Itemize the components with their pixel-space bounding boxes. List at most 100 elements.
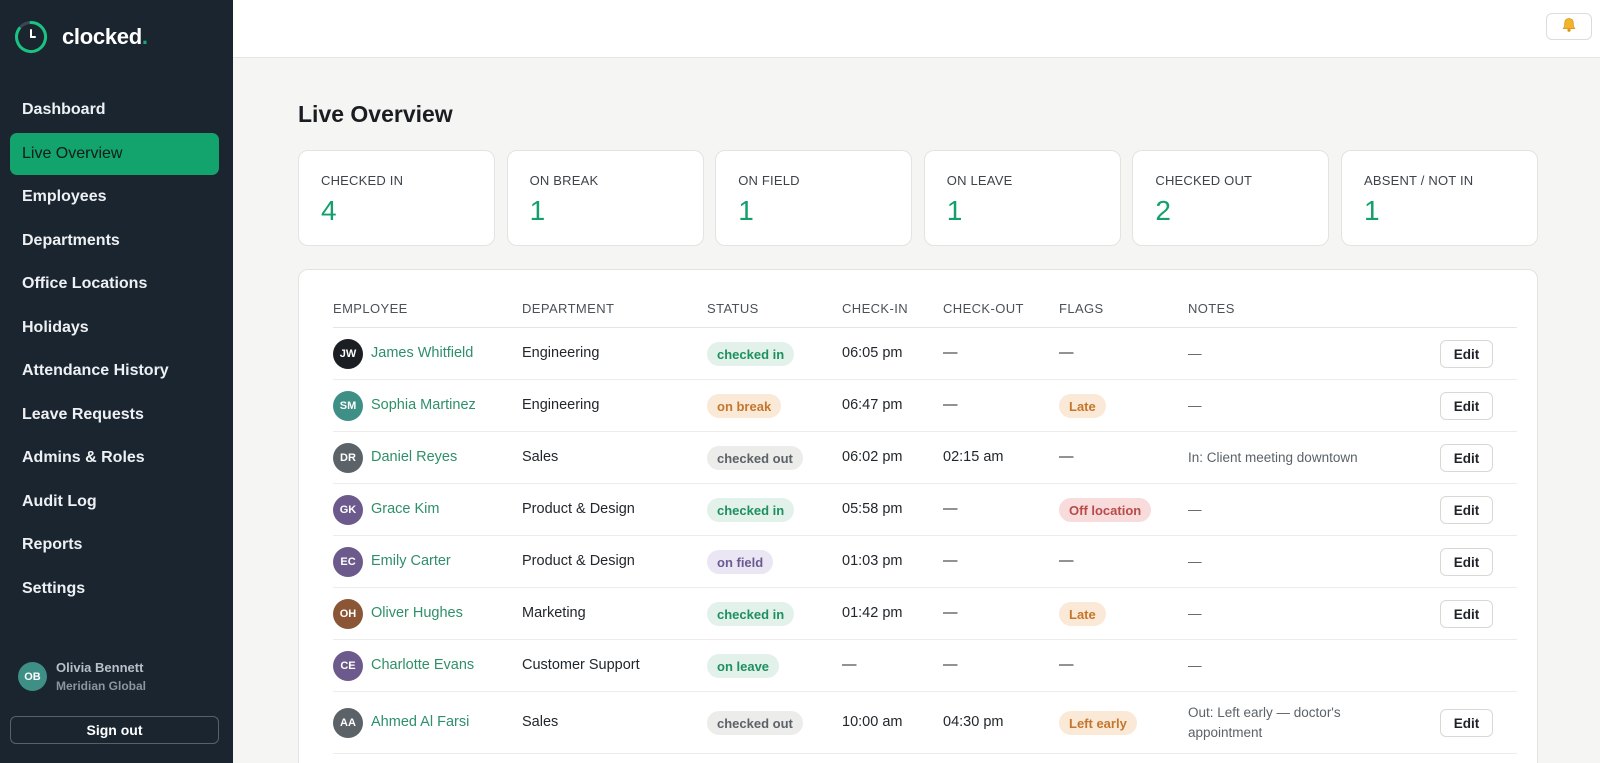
stat-value: 1 (946, 195, 963, 226)
edit-button[interactable]: Edit (1440, 709, 1493, 737)
employee-name-link[interactable]: Emily Carter (371, 553, 451, 569)
status-badge: checked in (707, 342, 795, 366)
stat-value: 1 (1363, 195, 1380, 226)
edit-button[interactable]: Edit (1440, 548, 1493, 576)
sidebar-item-settings[interactable]: Settings (10, 568, 219, 610)
employee-name-link[interactable]: Ahmed Al Farsi (371, 714, 469, 730)
flag-badge: Late (1059, 394, 1106, 418)
check-in-cell: 06:05 pm (842, 345, 903, 361)
notes-cell: — (1188, 398, 1202, 413)
stat-value: 2 (1155, 195, 1171, 226)
sidebar-item-live-overview[interactable]: Live Overview (10, 132, 219, 175)
employee-name-link[interactable]: Oliver Hughes (371, 605, 463, 621)
notes-cell: — (1188, 606, 1202, 621)
avatar: OB (18, 662, 47, 691)
employee-name-link[interactable]: Daniel Reyes (371, 449, 457, 465)
status-badge: checked out (707, 711, 803, 735)
avatar: OH (333, 599, 363, 629)
stat-card-on-field: ON FIELD 1 (715, 150, 913, 246)
notes-cell: — (1188, 346, 1202, 361)
table-row: EC Emily Carter Product & Design on field 01… (333, 536, 1517, 588)
flag-cell: — (1059, 449, 1074, 465)
check-out-cell: — (943, 605, 958, 621)
app-logo[interactable]: clocked. (14, 20, 148, 54)
table-row: DR Daniel Reyes Sales checked out 06:02 pm 02… (333, 432, 1517, 484)
employee-name-link[interactable]: James Whitfield (371, 345, 473, 361)
notes-cell: — (1188, 658, 1202, 673)
stat-label: ABSENT / NOT IN (1363, 173, 1474, 188)
avatar: AA (333, 708, 363, 738)
sidebar-item-label: Dashboard (22, 101, 106, 118)
check-in-cell: 06:47 pm (842, 397, 903, 413)
stat-label: ON FIELD (738, 173, 800, 188)
status-badge: on field (707, 550, 774, 574)
flag-badge: Off location (1059, 498, 1152, 522)
column-header-flags: FLAGS (1059, 301, 1104, 316)
employee-name-link[interactable]: Charlotte Evans (371, 657, 474, 673)
check-out-cell: — (943, 553, 958, 569)
bell-icon (1561, 17, 1577, 36)
check-in-cell: 01:03 pm (842, 553, 903, 569)
avatar: GK (333, 495, 363, 525)
notes-cell: — (1188, 502, 1202, 517)
flag-cell: — (1059, 345, 1074, 361)
sidebar-item-holidays[interactable]: Holidays (10, 307, 219, 349)
user-name: Olivia Bennett (56, 660, 144, 675)
sidebar-item-office-locations[interactable]: Office Locations (10, 263, 219, 305)
sidebar-item-label: Reports (22, 536, 83, 553)
sidebar-item-leave-requests[interactable]: Leave Requests (10, 394, 219, 436)
sidebar-item-employees[interactable]: Employees (10, 176, 219, 218)
edit-button[interactable]: Edit (1440, 444, 1493, 472)
check-out-cell: — (943, 501, 958, 517)
edit-button[interactable]: Edit (1440, 600, 1493, 628)
table-row: AA Ahmed Al Farsi Sales checked out 10:00 am… (333, 692, 1517, 754)
table-row: SM Sophia Martinez Engineering on break 06:4… (333, 380, 1517, 432)
flag-cell: — (1059, 553, 1074, 569)
column-header-status: STATUS (707, 301, 759, 316)
sidebar-item-label: Admins & Roles (22, 449, 145, 466)
sidebar-item-label: Live Overview (22, 144, 123, 162)
table-header: EMPLOYEE DEPARTMENT STATUS CHECK-IN CHEC… (333, 270, 1517, 328)
sidebar-item-audit-log[interactable]: Audit Log (10, 481, 219, 523)
edit-button[interactable]: Edit (1440, 496, 1493, 524)
department-cell: Product & Design (522, 501, 635, 517)
status-badge: on break (707, 394, 782, 418)
sidebar-item-departments[interactable]: Departments (10, 220, 219, 262)
table-row: OH Oliver Hughes Marketing checked in 01:42 … (333, 588, 1517, 640)
sidebar-item-reports[interactable]: Reports (10, 524, 219, 566)
stat-card-on-break: ON BREAK 1 (506, 150, 704, 246)
stat-label: ON LEAVE (946, 173, 1013, 188)
edit-button[interactable]: Edit (1440, 340, 1493, 368)
sidebar-item-dashboard[interactable]: Dashboard (10, 89, 219, 131)
sidebar-item-label: Departments (22, 231, 120, 249)
sign-out-button[interactable]: Sign out (10, 716, 219, 744)
clock-logo-icon (14, 20, 48, 54)
employee-name-link[interactable]: Sophia Martinez (371, 397, 476, 413)
department-cell: Engineering (522, 345, 600, 361)
employee-name-link[interactable]: Grace Kim (371, 501, 440, 517)
sidebar-item-admins-roles[interactable]: Admins & Roles (10, 437, 219, 479)
check-in-cell: 10:00 am (842, 714, 903, 730)
sidebar-item-label: Employees (22, 188, 107, 205)
stat-value: 1 (738, 195, 754, 226)
department-cell: Marketing (522, 605, 586, 621)
check-out-cell: — (943, 657, 958, 673)
flag-cell: — (1059, 657, 1074, 673)
department-cell: Customer Support (522, 657, 640, 673)
status-badge: on leave (707, 654, 780, 678)
stat-value: 4 (321, 195, 337, 226)
table-row: JW James Whitfield Engineering checked in 06… (333, 328, 1517, 380)
notes-cell: — (1188, 554, 1202, 569)
page-title: Live Overview (298, 101, 453, 127)
avatar: JW (333, 339, 363, 369)
column-header-employee: EMPLOYEE (333, 301, 408, 316)
stat-card-checked-out: CHECKED OUT 2 (1132, 150, 1330, 246)
department-cell: Engineering (522, 397, 600, 413)
stat-card-on-leave: ON LEAVE 1 (923, 150, 1121, 246)
check-in-cell: 06:02 pm (842, 449, 903, 465)
check-out-cell: 02:15 am (943, 449, 1004, 465)
sidebar-item-attendance-history[interactable]: Attendance History (10, 350, 219, 392)
notifications-button[interactable] (1546, 13, 1592, 40)
user-organization: Meridian Global (56, 679, 147, 693)
edit-button[interactable]: Edit (1440, 392, 1493, 420)
